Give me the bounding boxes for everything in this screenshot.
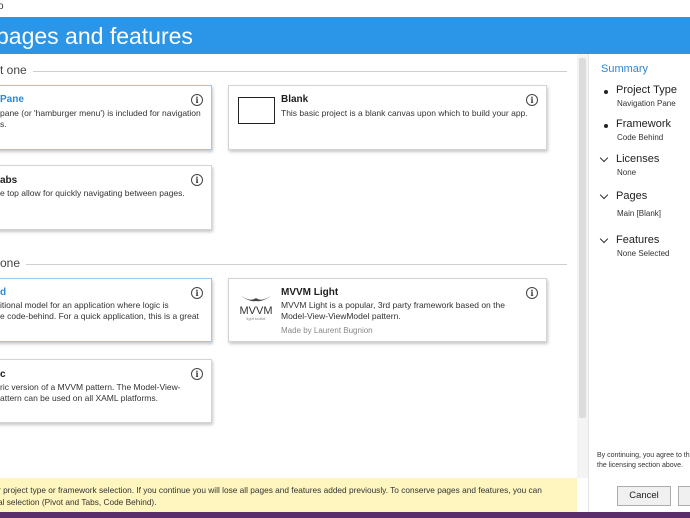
card-title: c xyxy=(0,369,6,380)
bullet-icon xyxy=(604,124,608,128)
section-project-type: t one xyxy=(0,63,567,77)
info-icon[interactable]: i xyxy=(526,94,538,106)
main-panel: t one Pane i pane (or 'hamburger menu') … xyxy=(0,54,577,478)
bullet-icon xyxy=(604,90,608,94)
warning-line: al selection (Pivot and Tabs, Code Behin… xyxy=(0,497,157,507)
info-icon[interactable]: i xyxy=(191,368,203,380)
section-divider xyxy=(0,264,567,265)
window-title: o xyxy=(0,1,4,12)
header-banner: pages and features xyxy=(0,17,690,54)
scrollbar-thumb[interactable] xyxy=(579,58,586,418)
chevron-down-icon[interactable] xyxy=(599,234,609,244)
framework-card-mvvm-basic[interactable]: c i ric version of a MVVM pattern. The M… xyxy=(0,359,212,423)
section-label: one xyxy=(0,256,27,270)
license-consent-text: By continuing, you agree to th the licen… xyxy=(597,451,690,471)
summary-item-framework: Framework Code Behind xyxy=(589,118,690,148)
summary-item-licenses[interactable]: Licenses None xyxy=(589,153,690,183)
consent-line: the licensing section above. xyxy=(597,462,683,469)
card-description-line: itional model for an application where l… xyxy=(0,300,169,310)
summary-key: Licenses xyxy=(616,153,660,165)
dialog-buttons: Cancel xyxy=(588,478,690,512)
chevron-down-icon[interactable] xyxy=(599,190,609,200)
card-description-line: MVVM Light is a popular, 3rd party frame… xyxy=(281,300,505,310)
card-title: MVVM Light xyxy=(281,287,339,298)
section-label: t one xyxy=(0,63,33,77)
framework-card-code-behind[interactable]: d i itional model for an application whe… xyxy=(0,278,212,342)
summary-heading: Summary xyxy=(601,63,649,75)
summary-key: Framework xyxy=(616,118,672,130)
card-title: Pane xyxy=(0,94,24,105)
card-title: abs xyxy=(0,175,18,186)
warning-line: r project type or framework selection. I… xyxy=(0,485,542,495)
card-title: d xyxy=(0,287,7,298)
summary-panel: Summary Project Type Navigation Pane Fra… xyxy=(588,54,690,478)
card-description-line: This basic project is a blank canvas upo… xyxy=(281,108,528,118)
summary-value: Code Behind xyxy=(617,133,664,142)
summary-item-pages[interactable]: Pages Main [Blank] xyxy=(589,190,690,220)
taskbar xyxy=(0,512,690,518)
card-author: Made by Laurent Bugnion xyxy=(281,326,373,335)
info-icon[interactable]: i xyxy=(191,94,203,106)
card-title: Blank xyxy=(281,94,309,105)
mvvm-light-logo: MVVM light toolkit xyxy=(240,295,273,321)
summary-key: Project Type xyxy=(616,84,677,96)
section-divider xyxy=(0,71,567,72)
consent-line: By continuing, you agree to th xyxy=(597,452,690,459)
card-description-line: pane (or 'hamburger menu') is included f… xyxy=(0,108,201,118)
next-button[interactable] xyxy=(678,486,690,506)
project-card-navigation-pane[interactable]: Pane i pane (or 'hamburger menu') is inc… xyxy=(0,85,212,150)
blank-page-icon xyxy=(238,97,275,124)
project-card-blank[interactable]: Blank i This basic project is a blank ca… xyxy=(228,85,547,150)
warning-banner: r project type or framework selection. I… xyxy=(0,478,577,512)
summary-key: Pages xyxy=(616,190,648,202)
section-framework: one xyxy=(0,256,567,270)
card-description-line: attern can be used on all XAML platforms… xyxy=(0,393,158,403)
chevron-down-icon[interactable] xyxy=(599,153,609,163)
summary-value: None xyxy=(617,168,637,177)
summary-item-features[interactable]: Features None Selected xyxy=(589,234,690,264)
logo-subtext: light toolkit xyxy=(247,316,267,321)
card-description-line: Model-View-ViewModel pattern. xyxy=(281,311,401,321)
page-title: pages and features xyxy=(0,23,193,49)
framework-card-mvvm-light[interactable]: MVVM light toolkit MVVM Light i MVVM Lig… xyxy=(228,278,547,342)
summary-key: Features xyxy=(616,234,660,246)
summary-value: None Selected xyxy=(617,249,670,258)
card-description-line: ric version of a MVVM pattern. The Model… xyxy=(0,382,181,392)
info-icon[interactable]: i xyxy=(191,174,203,186)
cancel-button[interactable]: Cancel xyxy=(617,486,671,506)
project-card-tabs[interactable]: abs i e top allow for quickly navigating… xyxy=(0,165,212,230)
summary-value: Navigation Pane xyxy=(617,99,676,108)
card-description-line: e code-behind. For a quick application, … xyxy=(0,311,199,321)
info-icon[interactable]: i xyxy=(191,287,203,299)
info-icon[interactable]: i xyxy=(526,287,538,299)
title-bar: o xyxy=(0,0,690,17)
summary-item-project-type: Project Type Navigation Pane xyxy=(589,84,690,114)
summary-value: Main [Blank] xyxy=(617,209,662,218)
card-description-line: s. xyxy=(0,119,7,129)
card-description-line: e top allow for quickly navigating betwe… xyxy=(0,188,185,198)
